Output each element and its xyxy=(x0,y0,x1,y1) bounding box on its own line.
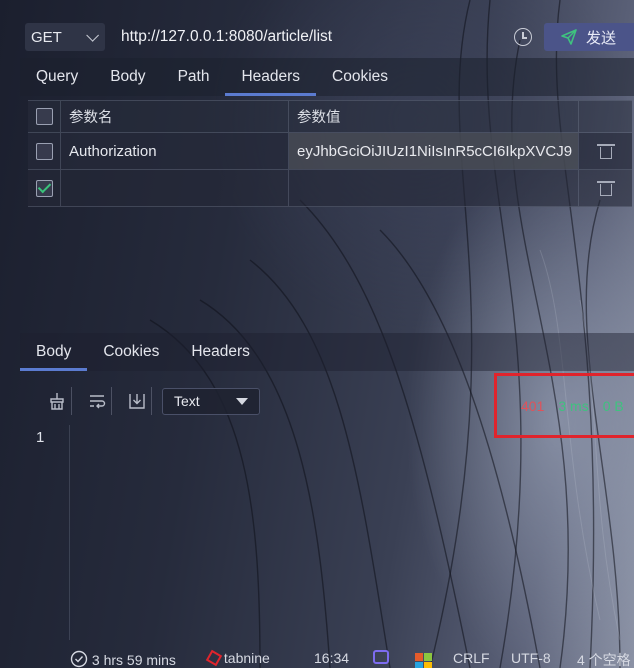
response-size: 0 B xyxy=(602,397,624,414)
tab-body[interactable]: Body xyxy=(94,58,161,96)
tab-cookies[interactable]: Cookies xyxy=(316,58,404,96)
wrap-button[interactable] xyxy=(82,387,112,415)
header-value-input[interactable] xyxy=(289,170,579,206)
tabnine-widget[interactable]: tabnine xyxy=(205,649,270,667)
tab-label: Headers xyxy=(241,68,301,85)
clear-button[interactable] xyxy=(42,387,72,415)
column-header-value: 参数值 xyxy=(289,101,579,132)
file-encoding[interactable]: UTF-8 xyxy=(511,650,551,666)
chevron-down-icon xyxy=(86,28,99,42)
table-row: Authorization eyJhbGciOiJIUzI1NiIsInR5cC… xyxy=(28,133,632,170)
broom-icon xyxy=(49,393,64,410)
response-tabs: Body Cookies Headers xyxy=(20,333,634,371)
row-checkbox-checked[interactable] xyxy=(35,179,53,197)
header-value-cell: eyJhbGciOiJIUzI1NiIsInR5cCI6IkpXVCJ9 xyxy=(289,133,579,169)
tabnine-label: tabnine xyxy=(223,650,270,666)
tab-label: Path xyxy=(177,68,210,85)
trash-icon[interactable] xyxy=(596,180,615,196)
response-time: 3 ms xyxy=(558,397,589,414)
send-label: 发送 xyxy=(586,29,617,47)
line-number: 1 xyxy=(36,429,45,446)
select-all-checkbox[interactable] xyxy=(35,108,53,125)
check-circle-icon xyxy=(70,650,88,668)
table-row xyxy=(28,170,632,207)
row-checkbox[interactable] xyxy=(35,142,53,160)
header-value-input[interactable]: eyJhbGciOiJIUzI1NiIsInR5cCI6IkpXVCJ9 xyxy=(289,133,578,169)
request-tabs: Query Body Path Headers Cookies xyxy=(20,58,634,96)
download-icon xyxy=(128,394,145,409)
trash-icon[interactable] xyxy=(596,143,615,159)
method-label: GET xyxy=(31,28,62,46)
tab-label: Headers xyxy=(191,343,250,360)
response-editor-gutter: 1 xyxy=(20,425,70,640)
download-button[interactable] xyxy=(122,387,152,415)
tab-label: Body xyxy=(110,68,146,85)
header-name-input[interactable]: Authorization xyxy=(61,133,289,169)
header-name-input[interactable] xyxy=(61,170,289,206)
response-format-label: Text xyxy=(174,393,200,409)
tab-path[interactable]: Path xyxy=(162,58,226,96)
line-ending[interactable]: CRLF xyxy=(453,650,490,666)
microsoft-icon[interactable] xyxy=(415,648,423,664)
tab-response-body[interactable]: Body xyxy=(20,333,88,371)
tabnine-icon xyxy=(205,649,223,667)
url-input[interactable]: http://127.0.0.1:8080/article/list xyxy=(121,28,514,46)
status-clock: 16:34 xyxy=(314,650,350,666)
wrap-icon xyxy=(89,395,105,409)
tab-query[interactable]: Query xyxy=(20,58,94,96)
headers-table: 参数名 参数值 Authorization eyJhbGciOiJIUzI1Ni… xyxy=(28,100,632,207)
column-header-name: 参数名 xyxy=(61,101,289,132)
time-tracked: 3 hrs 59 mins xyxy=(91,652,176,668)
send-button[interactable]: 发送 xyxy=(544,23,634,51)
tab-response-headers[interactable]: Headers xyxy=(175,333,266,371)
table-header-row: 参数名 参数值 xyxy=(28,100,632,133)
response-format-select[interactable]: Text xyxy=(162,387,260,415)
send-icon xyxy=(561,29,577,45)
clock-icon[interactable] xyxy=(514,28,532,46)
tab-headers[interactable]: Headers xyxy=(225,58,316,96)
ide-status-bar: 3 hrs 59 mins tabnine 16:34 CRLF UTF-8 4… xyxy=(0,648,634,668)
tab-label: Query xyxy=(36,68,79,85)
tab-label: Cookies xyxy=(103,343,160,360)
status-code: 401 xyxy=(521,397,545,414)
tab-label: Cookies xyxy=(332,68,389,85)
tab-label: Body xyxy=(36,343,72,360)
plugin-star-icon[interactable] xyxy=(373,650,389,667)
url-bar: GET http://127.0.0.1:8080/article/list 发… xyxy=(25,22,634,52)
indent-setting[interactable]: 4 个空格 xyxy=(577,650,631,668)
dropdown-arrow-icon xyxy=(236,397,248,405)
method-select[interactable]: GET xyxy=(25,23,105,51)
tab-response-cookies[interactable]: Cookies xyxy=(87,333,175,371)
response-status-highlight: 401 3 ms 0 B xyxy=(494,373,634,438)
response-toolbar: Text xyxy=(42,386,260,416)
time-tracker[interactable]: 3 hrs 59 mins xyxy=(70,650,176,668)
